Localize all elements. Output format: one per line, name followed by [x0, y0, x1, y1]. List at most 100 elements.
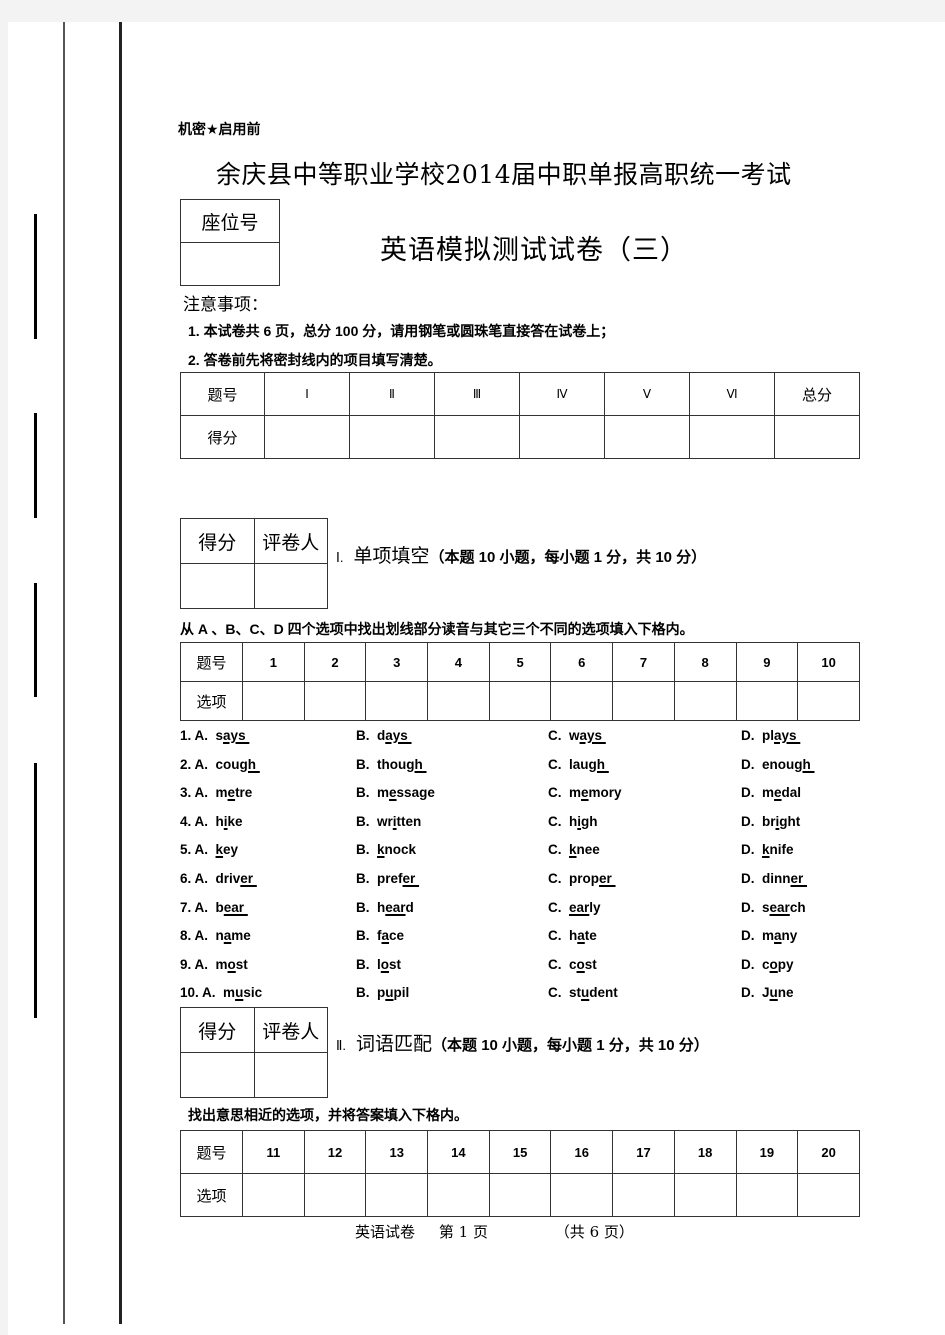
answer-table-number-row: 题号 1 2 3 4 5 6 7 8 9 10 [180, 642, 860, 682]
answer-cell[interactable] [427, 681, 490, 721]
word-underlined-part: ear [223, 899, 248, 915]
question-option: 4. A. hike [180, 814, 243, 829]
word-underlined-part: ear [385, 899, 406, 915]
word-underlined-part: er [240, 871, 257, 886]
footer-page-suffix: 页 [472, 1223, 488, 1241]
word-underlined-part: gh [406, 756, 427, 772]
question-number: 6. [180, 871, 192, 886]
option-letter: D. [741, 956, 755, 972]
seat-number-field[interactable] [180, 242, 280, 286]
question-option: B. pupil [356, 985, 409, 1000]
answer-cell[interactable] [797, 681, 860, 721]
answer-cell[interactable] [735, 1173, 799, 1217]
answer-cell[interactable] [365, 681, 429, 721]
word-underlined-part: ays [385, 728, 412, 743]
question-number: 19 [735, 1130, 799, 1174]
answer-cell[interactable] [550, 681, 614, 721]
answer-cell[interactable] [673, 681, 737, 721]
question-option: C. memory [548, 785, 622, 800]
option-letter: C. [548, 728, 562, 743]
option-letter: C. [548, 871, 562, 886]
score-cell[interactable] [264, 415, 350, 459]
score-cell[interactable] [604, 415, 690, 459]
column-header: Ⅰ [264, 372, 350, 416]
score-table-score-row: 得分 [180, 415, 860, 459]
score-cell[interactable] [434, 415, 520, 459]
question-number: 4 [427, 642, 490, 682]
word-underlined-part: u [385, 985, 394, 1001]
answer-cell[interactable] [612, 1173, 675, 1217]
question-option: C. knee [548, 842, 600, 857]
binding-line-outer [63, 22, 65, 1324]
answer-cell[interactable] [242, 681, 305, 721]
section-subtitle: （本题 10 小题，每小题 1 分，共 10 分） [429, 549, 707, 566]
word-underlined-part: e [227, 785, 236, 801]
answer-cell[interactable] [797, 1173, 860, 1217]
answer-cell[interactable] [673, 1173, 737, 1217]
question-number: 9. [180, 956, 192, 972]
word-underlined-part: e [581, 785, 589, 801]
answer-cell[interactable] [427, 1173, 490, 1217]
answer-cell[interactable] [735, 681, 799, 721]
question-option: B. written [356, 814, 421, 829]
question-option: 9. A. most [180, 957, 248, 972]
row-label: 选项 [180, 1173, 243, 1217]
answer-cell[interactable] [488, 1173, 552, 1217]
section1-instruction: 从 A 、B、C、D 四个选项中找出划线部分读音与其它三个不同的选项填入下格内。 [180, 621, 694, 637]
score-cell[interactable] [689, 415, 775, 459]
seat-number-box: 座位号 [180, 199, 280, 286]
word-prefix: J [762, 985, 770, 1001]
answer-cell[interactable] [303, 681, 367, 721]
score-field[interactable] [180, 1052, 255, 1098]
answer-cell[interactable] [550, 1173, 614, 1217]
question-number: 3 [365, 642, 429, 682]
question-option: 5. A. key [180, 842, 238, 857]
question-option: D. copy [741, 957, 794, 972]
word-underlined-part: er [402, 871, 420, 886]
option-letter: C. [548, 899, 562, 915]
grader-field[interactable] [253, 1052, 328, 1098]
row-label: 选项 [180, 681, 243, 721]
score-cell[interactable] [519, 415, 605, 459]
answer-cell[interactable] [365, 1173, 429, 1217]
question-option: C. ways [548, 728, 606, 743]
row-label: 题号 [180, 372, 265, 416]
option-letter: D. [741, 728, 755, 743]
total-score-table: 题号 Ⅰ Ⅱ Ⅲ Ⅳ Ⅴ Ⅵ 总分 得分 [180, 372, 860, 459]
section-title: 单项填空 [353, 545, 430, 567]
option-letter: C. [548, 842, 562, 858]
word-suffix: ly [589, 899, 601, 915]
question-option: 2. A. cough [180, 757, 260, 772]
answer-cell[interactable] [303, 1173, 367, 1217]
grader-label: 评卷人 [253, 1007, 328, 1053]
word-underlined-part: o [380, 956, 390, 972]
answer-cell[interactable] [242, 1173, 305, 1217]
word-prefix: wr [377, 813, 393, 829]
word-prefix: thou [377, 756, 407, 772]
score-cell[interactable] [774, 415, 860, 459]
answer-cell[interactable] [612, 681, 675, 721]
score-field[interactable] [180, 563, 255, 609]
footer-total-suffix: 页） [603, 1223, 634, 1241]
question-option: C. high [548, 814, 598, 829]
word-suffix: st [235, 956, 248, 972]
binding-line-inner [119, 22, 122, 1324]
question-number: 15 [488, 1130, 552, 1174]
word-underlined-part: e [774, 785, 782, 801]
page-footer: 英语试卷 第 1 页 （共 6 页） [355, 1221, 634, 1242]
question-option: B. though [356, 757, 427, 772]
question-option: C. proper [548, 871, 616, 886]
note-item: 1. 本试卷共 6 页，总分 100 分，请用钢笔或圆珠笔直接答在试卷上； [188, 323, 615, 339]
question-number: 8. [180, 928, 192, 944]
word-suffix: ch [789, 899, 806, 915]
score-cell[interactable] [349, 415, 435, 459]
seal-line-dash [34, 853, 37, 1018]
word-prefix: c [569, 956, 577, 972]
word-underlined-part: a [577, 928, 585, 944]
answer-cell[interactable] [488, 681, 552, 721]
word-suffix: tten [396, 813, 422, 829]
grader-field[interactable] [253, 563, 328, 609]
option-letter: B. [356, 813, 370, 829]
score-table-header-row: 题号 Ⅰ Ⅱ Ⅲ Ⅳ Ⅴ Ⅵ 总分 [180, 372, 860, 416]
option-letter: B. [356, 899, 370, 915]
